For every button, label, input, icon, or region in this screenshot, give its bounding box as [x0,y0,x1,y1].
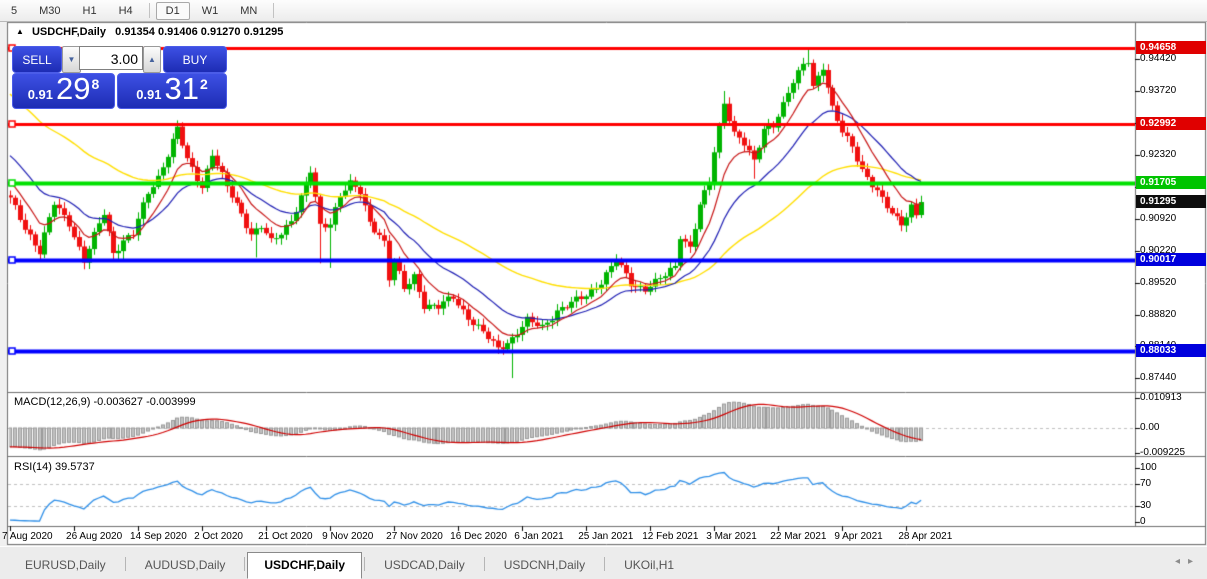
buy-price-big: 31 [165,74,199,104]
date-axis-label: 21 Oct 2020 [258,531,312,542]
date-axis-label: 6 Jan 2021 [514,531,564,542]
chart-tab-bar: EURUSD,DailyAUDUSD,DailyUSDCHF,DailyUSDC… [0,546,1207,579]
date-axis-label: 28 Apr 2021 [898,531,952,542]
tab-separator [125,557,126,571]
tab-eurusd-daily[interactable]: EURUSD,Daily [8,552,123,579]
timeframe-button-W1[interactable]: W1 [192,2,229,20]
tab-scroll-arrows: ◂▸ [1175,556,1201,567]
price-axis-tick: 0.87440 [1140,372,1176,383]
date-axis-label: 2 Oct 2020 [194,531,243,542]
rsi-axis-tick: 100 [1140,462,1157,473]
price-badge-0.91705: 0.91705 [1136,176,1206,189]
date-axis-label: 7 Aug 2020 [2,531,53,542]
date-axis-label: 9 Nov 2020 [322,531,373,542]
price-badge-0.88033: 0.88033 [1136,344,1206,357]
date-axis-label: 27 Nov 2020 [386,531,443,542]
price-axis-tick: 0.92320 [1140,149,1176,160]
buy-button[interactable]: BUY [163,46,227,73]
tab-scroll-left-icon[interactable]: ◂ [1175,556,1188,567]
date-axis-label: 25 Jan 2021 [578,531,633,542]
macd-axis-tick: 0.00 [1140,422,1159,433]
buy-price-sup: 2 [200,76,208,92]
tab-separator [244,557,245,571]
timeframe-button-MN[interactable]: MN [230,2,267,20]
sell-price-button[interactable]: 0.91 29 8 [12,73,115,109]
sell-price-sup: 8 [92,76,100,92]
buy-price-button[interactable]: 0.91 31 2 [117,73,227,109]
toolbar-separator [149,3,150,18]
timeframe-toolbar: 5M30H1H4 D1W1MN [0,0,1207,22]
price-axis-tick: 0.93720 [1140,85,1176,96]
tab-audusd-daily[interactable]: AUDUSD,Daily [128,552,243,579]
chart-title-ohlc: 0.91354 0.91406 0.91270 0.91295 [115,26,283,38]
date-axis-label: 3 Mar 2021 [706,531,757,542]
tab-separator [484,557,485,571]
collapse-triangle-icon[interactable]: ▲ [16,27,24,36]
volume-increase-button[interactable]: ▲ [143,46,161,73]
timeframe-button-5[interactable]: 5 [1,2,27,20]
sell-button[interactable]: SELL [12,46,62,73]
price-axis-tick: 0.88820 [1140,309,1176,320]
rsi-indicator-label: RSI(14) 39.5737 [14,461,95,473]
tab-usdcad-daily[interactable]: USDCAD,Daily [367,552,482,579]
price-badge-0.90017: 0.90017 [1136,253,1206,266]
rsi-axis-tick: 0 [1140,516,1146,527]
macd-indicator-label: MACD(12,26,9) -0.003627 -0.003999 [14,396,196,408]
tab-separator [364,557,365,571]
price-axis-tick: 0.89520 [1140,277,1176,288]
timeframe-button-H1[interactable]: H1 [73,2,107,20]
date-axis-label: 12 Feb 2021 [642,531,698,542]
date-axis-label: 9 Apr 2021 [834,531,882,542]
buy-price-prefix: 0.91 [136,87,161,102]
chart-title: ▲ USDCHF,Daily 0.91354 0.91406 0.91270 0… [16,26,283,38]
chart-title-symbol: USDCHF,Daily [32,26,106,38]
price-axis-tick: 0.90920 [1140,213,1176,224]
date-axis-label: 14 Sep 2020 [130,531,187,542]
timeframe-button-H4[interactable]: H4 [109,2,143,20]
macd-axis-tick: 0.010913 [1140,392,1182,403]
price-axis-tick: 0.94420 [1140,53,1176,64]
toolbar-separator [273,3,274,18]
date-axis-label: 26 Aug 2020 [66,531,122,542]
tab-scroll-right-icon[interactable]: ▸ [1188,556,1201,567]
tab-usdcnh-daily[interactable]: USDCNH,Daily [487,552,602,579]
rsi-axis-tick: 30 [1140,500,1151,511]
timeframe-button-M30[interactable]: M30 [29,2,70,20]
timeframe-button-D1[interactable]: D1 [156,2,190,20]
sell-price-prefix: 0.91 [28,87,53,102]
tab-ukoil-h1[interactable]: UKOil,H1 [607,552,691,579]
macd-axis-tick: -0.009225 [1140,447,1185,458]
price-badge-0.94658: 0.94658 [1136,41,1206,54]
price-badge-0.92992: 0.92992 [1136,117,1206,130]
trading-platform-window: { "toolbar": {"items": [ {"label":"5","a… [0,0,1207,579]
date-axis-label: 22 Mar 2021 [770,531,826,542]
tab-separator [604,557,605,571]
sell-price-big: 29 [56,74,90,104]
tab-usdchf-daily[interactable]: USDCHF,Daily [247,552,362,579]
date-axis-label: 16 Dec 2020 [450,531,507,542]
price-badge-0.91295: 0.91295 [1136,195,1206,208]
volume-input[interactable] [79,46,143,70]
rsi-axis-tick: 70 [1140,478,1151,489]
